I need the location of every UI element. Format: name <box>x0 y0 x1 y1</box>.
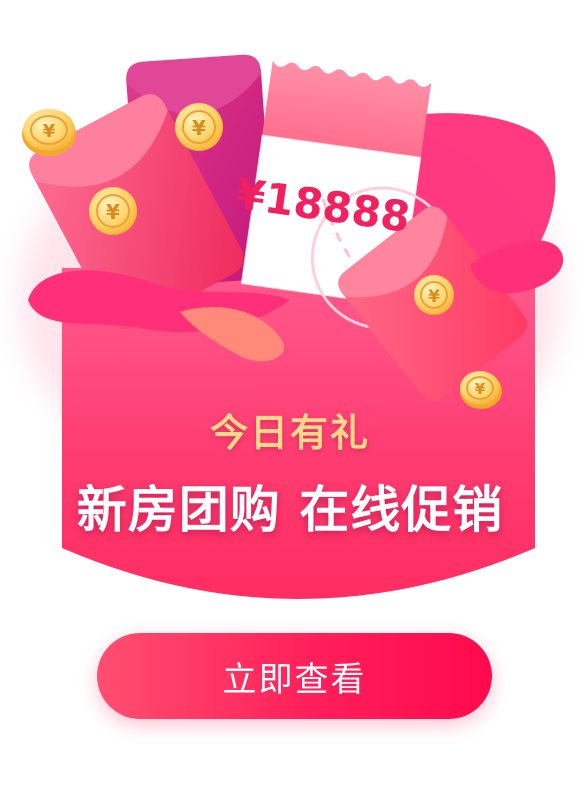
coin-icon: ¥ <box>89 187 137 235</box>
coin-icon: ¥ <box>22 109 76 156</box>
promo-title: 新房团购 在线促销 <box>76 481 504 539</box>
svg-text:¥: ¥ <box>106 200 120 224</box>
svg-text:¥: ¥ <box>475 380 486 398</box>
svg-text:¥: ¥ <box>428 287 440 307</box>
view-now-button[interactable]: 立即查看 <box>97 633 492 719</box>
coin-icon: ¥ <box>175 103 223 151</box>
svg-text:¥: ¥ <box>192 116 206 140</box>
coin-icon: ¥ <box>414 275 454 315</box>
promo-subtitle: 今日有礼 <box>209 411 370 455</box>
svg-text:¥: ¥ <box>43 121 56 142</box>
